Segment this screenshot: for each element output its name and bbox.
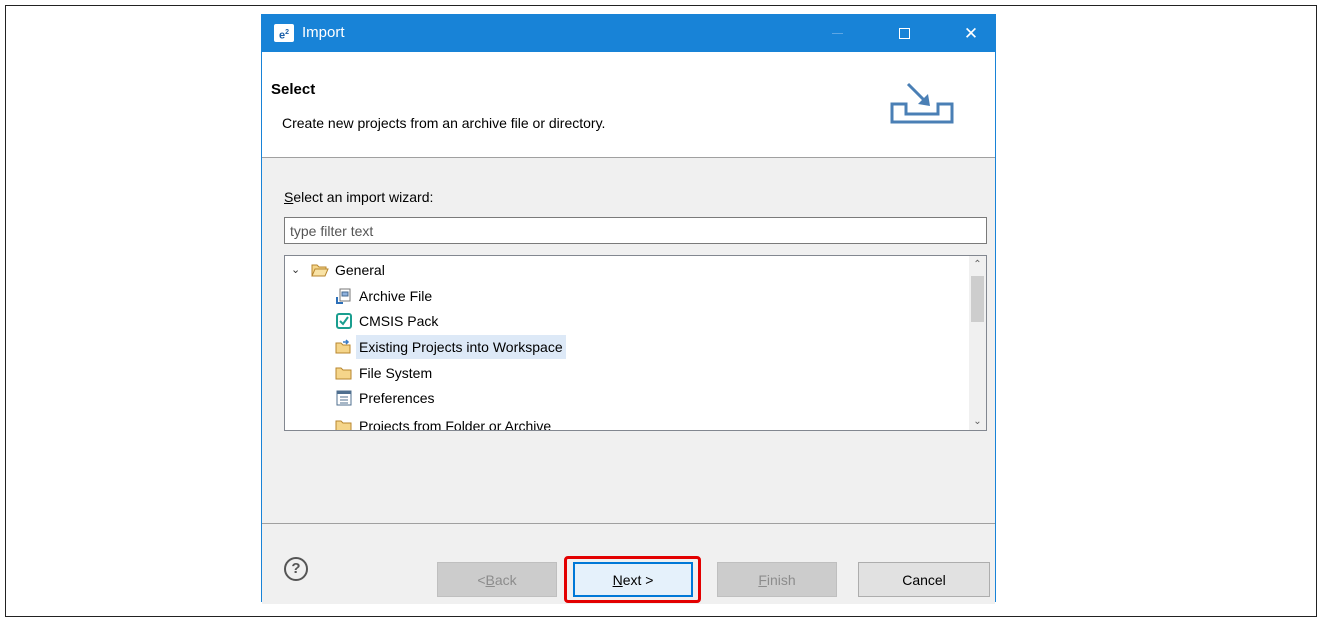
open-folder-icon <box>311 264 329 277</box>
tree-item-cmsis-pack[interactable]: CMSIS Pack <box>335 309 438 333</box>
cmsis-pack-icon <box>336 313 352 329</box>
scroll-down-icon[interactable]: ⌄ <box>969 413 986 430</box>
tree-scrollbar[interactable]: ⌃ ⌄ <box>969 256 986 430</box>
page-title: Select <box>271 81 316 98</box>
e2-app-icon: e2 <box>274 24 294 42</box>
wizard-header: Select Create new projects from an archi… <box>262 52 995 158</box>
maximize-button[interactable] <box>881 15 927 52</box>
archive-file-icon <box>336 288 351 304</box>
finish-button[interactable]: Finish <box>717 562 837 597</box>
import-wizard-label: Select an import wizard: <box>284 189 434 205</box>
import-dialog: e2 Import ✕ Select Create new projects f… <box>261 14 996 604</box>
help-icon[interactable]: ? <box>284 557 308 581</box>
tree-item-file-system[interactable]: File System <box>335 361 432 385</box>
cancel-button[interactable]: Cancel <box>858 562 990 597</box>
minimize-icon <box>831 33 843 34</box>
folder-icon <box>335 420 352 430</box>
tree-item-general[interactable]: ⌄ General <box>291 258 385 282</box>
folder-icon <box>335 367 352 380</box>
tree-label: CMSIS Pack <box>359 313 439 329</box>
window-title: Import <box>302 24 345 41</box>
scroll-up-icon[interactable]: ⌃ <box>969 256 986 273</box>
preferences-icon <box>336 390 352 406</box>
wizard-tree[interactable]: ⌄ General Archive File CMSIS Pack Existi… <box>284 255 987 431</box>
back-button[interactable]: < Back <box>437 562 557 597</box>
tree-label: General <box>335 262 385 278</box>
scrollbar-thumb[interactable] <box>971 276 984 322</box>
maximize-icon <box>898 28 910 39</box>
tree-label: Projects from Folder or Archive <box>359 418 552 431</box>
tree-item-projects-from-folder[interactable]: Projects from Folder or Archive <box>335 414 552 431</box>
existing-projects-icon <box>335 339 351 354</box>
filter-input[interactable] <box>284 217 987 244</box>
tree-label: File System <box>359 365 433 381</box>
tree-label: Existing Projects into Workspace <box>356 335 566 359</box>
close-button[interactable]: ✕ <box>948 15 994 52</box>
page-description: Create new projects from an archive file… <box>282 115 606 131</box>
title-bar: e2 Import ✕ <box>262 15 995 52</box>
next-button-highlight <box>564 556 701 603</box>
tree-label: Archive File <box>359 288 433 304</box>
close-icon: ✕ <box>963 24 979 43</box>
tree-item-archive-file[interactable]: Archive File <box>335 284 432 308</box>
chevron-down-icon[interactable]: ⌄ <box>291 258 307 282</box>
tree-label: Preferences <box>359 390 435 406</box>
button-bar: ? < Back Next > Finish Cancel <box>262 523 995 604</box>
import-banner-icon <box>890 82 954 124</box>
minimize-button[interactable] <box>814 15 860 52</box>
tree-item-existing-projects[interactable]: Existing Projects into Workspace <box>335 335 566 359</box>
tree-item-preferences[interactable]: Preferences <box>335 386 434 410</box>
